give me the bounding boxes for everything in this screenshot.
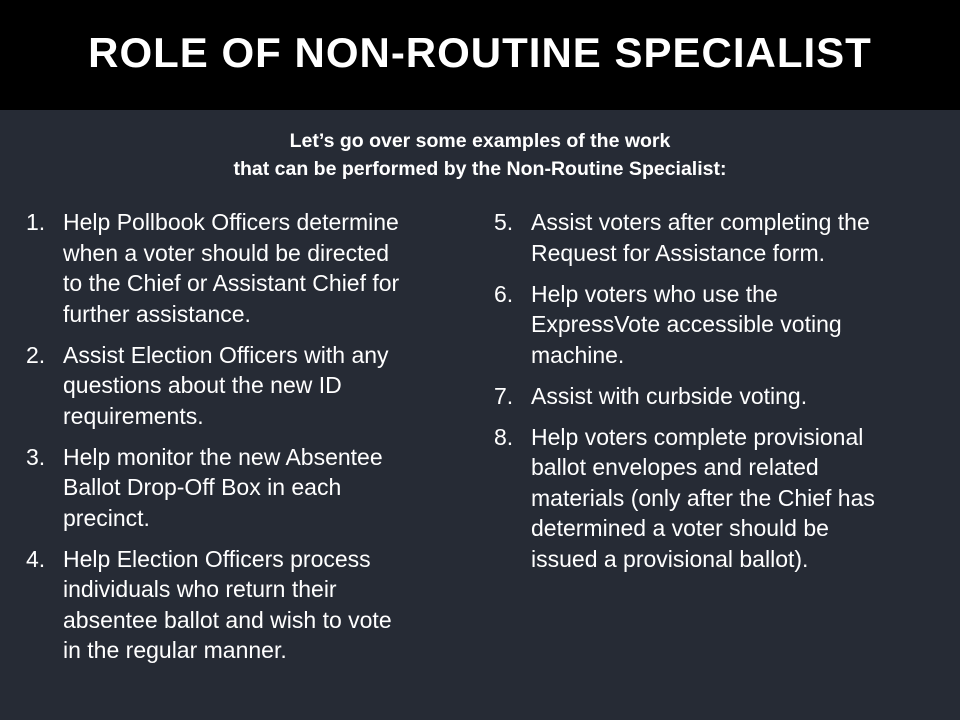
- left-list: 1. Help Pollbook Officers determine when…: [26, 207, 456, 676]
- list-item-6: 6. Help voters who use the ExpressVote a…: [494, 279, 938, 371]
- list-item-2: 2. Assist Election Officers with any que…: [26, 340, 456, 432]
- item-line: Help voters who use the: [531, 280, 778, 307]
- item-line: Ballot Drop-Off Box in each: [63, 474, 342, 500]
- intro-line: that can be performed by the Non-Routine…: [233, 158, 727, 180]
- item-line: Request for Assistance form.: [531, 239, 826, 266]
- list-item-4: 4. Help Election Officers process indivi…: [26, 544, 456, 666]
- item-line: Help Election Officers process: [63, 545, 371, 572]
- list-item-5: 5. Assist voters after completing the Re…: [494, 207, 938, 268]
- item-text: Assist Election Officers with any questi…: [63, 340, 456, 432]
- item-text: Assist voters after completing the Reque…: [531, 207, 938, 268]
- item-number: 3.: [26, 443, 46, 470]
- item-line: absentee ballot and wish to vote: [63, 606, 392, 633]
- item-line: Help monitor the new Absentee: [63, 443, 383, 470]
- item-number: 6.: [494, 280, 514, 307]
- item-line: further assistance.: [63, 300, 251, 327]
- item-line: questions about the new ID: [63, 372, 342, 398]
- item-line: materials (only after the Chief has: [531, 484, 875, 511]
- item-number: 1.: [26, 209, 46, 235]
- item-text: Help monitor the new Absentee Ballot Dro…: [63, 442, 456, 534]
- item-line: determined a voter should be: [531, 515, 829, 541]
- item-number: 2.: [26, 341, 46, 368]
- right-list: 5. Assist voters after completing the Re…: [494, 207, 938, 585]
- list-item-1: 1. Help Pollbook Officers determine when…: [26, 207, 456, 329]
- item-number: 5.: [494, 209, 514, 235]
- list-item-8: 8. Help voters complete provisional ball…: [494, 422, 938, 575]
- item-number: 4.: [26, 545, 46, 572]
- item-line: in the regular manner.: [63, 637, 287, 663]
- item-text: Help voters complete provisional ballot …: [531, 422, 938, 575]
- item-number: 7.: [494, 382, 514, 409]
- item-line: when a voter should be directed: [63, 239, 390, 266]
- item-text: Help Pollbook Officers determine when a …: [63, 207, 456, 329]
- item-text: Assist with curbside voting.: [531, 381, 938, 412]
- item-line: Assist voters after completing the: [531, 209, 870, 235]
- item-line: Help Pollbook Officers determine: [63, 209, 399, 235]
- item-line: Assist Election Officers with any: [63, 341, 389, 368]
- slide-title: ROLE OF NON-ROUTINE SPECIALIST: [88, 29, 872, 76]
- item-line: issued a provisional ballot).: [531, 545, 809, 572]
- item-line: Help voters complete provisional: [531, 423, 864, 450]
- list-item-3: 3. Help monitor the new Absentee Ballot …: [26, 442, 456, 534]
- item-line: precinct.: [63, 504, 150, 531]
- intro-text: Let’s go over some examples of the work …: [0, 127, 960, 183]
- item-line: ExpressVote accessible voting: [531, 311, 842, 337]
- item-number: 8.: [494, 423, 514, 450]
- item-text: Help Election Officers process individua…: [63, 544, 456, 666]
- item-text: Help voters who use the ExpressVote acce…: [531, 279, 938, 371]
- item-line: ballot envelopes and related: [531, 454, 819, 480]
- list-item-7: 7. Assist with curbside voting.: [494, 381, 938, 412]
- item-line: to the Chief or Assistant Chief for: [63, 270, 400, 296]
- item-line: requirements.: [63, 402, 204, 429]
- title-bar: ROLE OF NON-ROUTINE SPECIALIST: [0, 0, 960, 110]
- intro-line: Let’s go over some examples of the work: [289, 130, 671, 152]
- item-line: individuals who return their: [63, 576, 337, 602]
- item-line: Assist with curbside voting.: [531, 382, 808, 409]
- item-line: machine.: [531, 341, 625, 368]
